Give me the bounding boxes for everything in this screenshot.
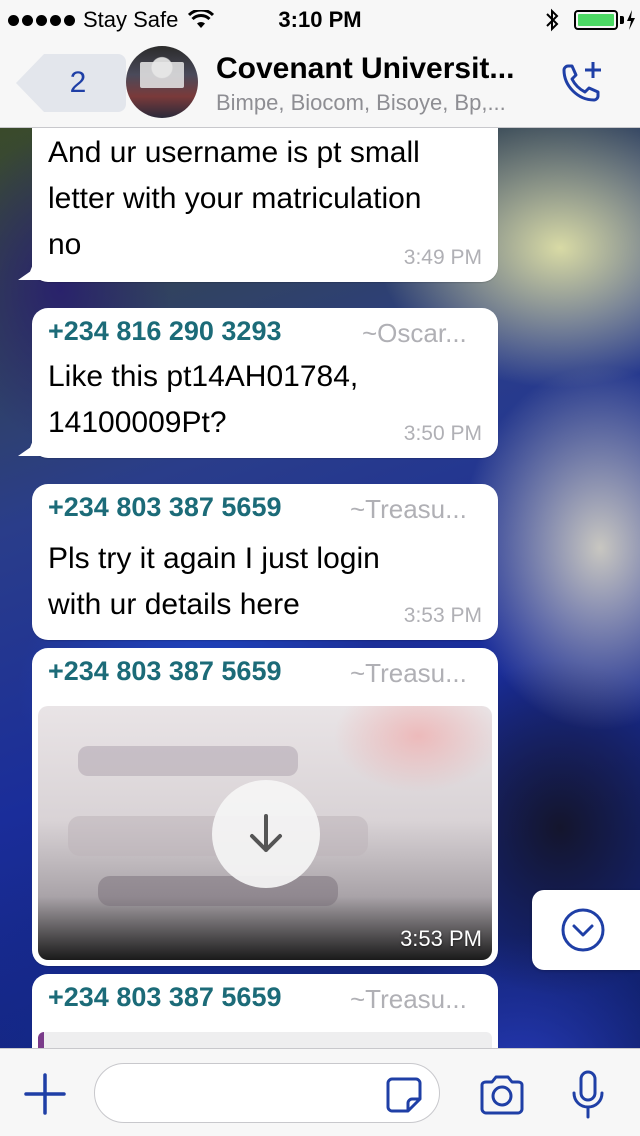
message-bubble[interactable]: And ur username is pt small letter with … [18,128,498,282]
sender-phone[interactable]: +234 803 387 5659 [48,982,281,1013]
camera-icon[interactable] [478,1073,526,1117]
download-arrow-icon [250,814,282,852]
sender-phone[interactable]: +234 816 290 3293 [48,316,281,347]
image-preview[interactable]: 3:53 PM [38,706,492,960]
status-bar: Stay Safe 3:10 PM [0,0,640,40]
message-time: 3:53 PM [403,604,482,627]
message-text-line: with ur details here [48,588,300,621]
message-text-line: letter with your matriculation [48,182,422,215]
battery-icon [574,10,618,30]
carrier-name: Stay Safe [83,7,179,32]
sender-phone[interactable]: +234 803 387 5659 [48,492,281,523]
message-bubble[interactable]: +234 803 387 5659 ~Treasu... Pls try it … [32,484,498,640]
bluetooth-icon [546,8,559,32]
wifi-icon [188,10,215,28]
battery-tip [620,16,624,24]
message-text-line: no [48,228,82,261]
sender-name: ~Oscar... [362,318,467,348]
plus-icon[interactable] [22,1071,68,1117]
message-text-line: 14100009Pt? [48,406,227,439]
sender-phone[interactable]: +234 803 387 5659 [48,656,281,687]
group-avatar[interactable] [126,46,198,118]
sender-name: ~Treasu... [350,984,467,1014]
signal-strength-icon [8,14,75,26]
chevron-down-circle-icon [561,908,605,952]
add-call-icon[interactable] [556,58,606,108]
message-bubble[interactable]: +234 816 290 3293 ~Oscar... Like this pt… [18,308,498,458]
message-text-line: And ur username is pt small [48,136,420,169]
message-time: 3:49 PM [403,246,482,269]
message-time: 3:53 PM [400,926,482,951]
chat-header: 2 Covenant Universit... Bimpe, Biocom, B… [0,40,640,128]
download-button[interactable] [212,780,320,888]
message-text-line: Like this pt14AH01784, [48,360,359,393]
chat-participants[interactable]: Bimpe, Biocom, Bisoye, Bp,... [216,90,506,116]
sticker-icon[interactable] [384,1075,424,1115]
media-message-bubble[interactable]: +234 803 387 5659 ~Treasu... 3:53 PM [32,648,498,966]
sender-name: ~Treasu... [350,658,467,688]
message-text-line: Pls try it again I just login [48,542,380,575]
scroll-to-bottom-button[interactable] [532,890,640,970]
microphone-icon[interactable] [568,1069,608,1121]
message-input-bar [0,1048,640,1136]
message-time: 3:50 PM [403,422,482,445]
charging-icon [627,10,635,30]
sender-name: ~Treasu... [350,494,467,524]
unread-count[interactable]: 2 [16,54,126,112]
chat-title[interactable]: Covenant Universit... [216,52,514,86]
